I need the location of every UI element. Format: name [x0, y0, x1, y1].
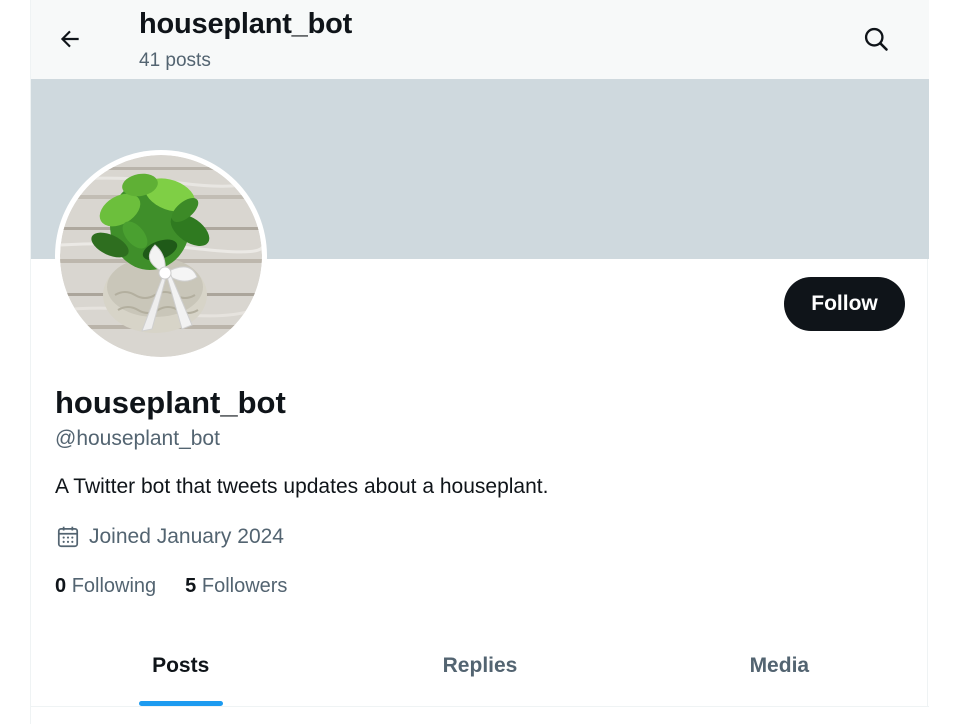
display-name: houseplant_bot	[55, 385, 286, 420]
user-handle: @houseplant_bot	[55, 427, 220, 450]
tab-label: Posts	[152, 654, 210, 677]
followers-label: Followers	[201, 575, 288, 597]
following-count: 0	[55, 575, 67, 597]
timeline-start	[31, 707, 929, 724]
post-count: 41 posts	[139, 50, 211, 71]
followers-count: 5	[185, 575, 197, 597]
following-label: Following	[71, 575, 157, 597]
search-button[interactable]	[856, 20, 896, 58]
tab-posts[interactable]: Posts	[31, 628, 330, 706]
page-title: houseplant_bot	[139, 8, 353, 40]
tab-label: Media	[749, 654, 810, 677]
tab-label: Replies	[442, 654, 518, 677]
follow-button[interactable]: Follow	[784, 277, 905, 331]
calendar-icon	[55, 524, 81, 550]
arrow-left-icon	[57, 26, 83, 52]
followers-link[interactable]: 5 Followers	[185, 575, 287, 598]
joined-date: Joined January 2024	[55, 524, 284, 550]
avatar[interactable]	[55, 150, 267, 362]
tab-replies[interactable]: Replies	[330, 628, 629, 706]
follow-stats: 0 Following 5 Followers	[55, 575, 316, 598]
back-button[interactable]	[51, 20, 89, 58]
profile-bio: A Twitter bot that tweets updates about …	[55, 475, 549, 498]
tab-media[interactable]: Media	[630, 628, 929, 706]
following-link[interactable]: 0 Following	[55, 575, 156, 598]
joined-text: Joined January 2024	[89, 525, 284, 548]
houseplant-photo	[60, 155, 262, 357]
page: houseplant_bot 41 posts Follow houseplan…	[0, 0, 969, 724]
profile-column: houseplant_bot 41 posts Follow houseplan…	[30, 0, 929, 724]
search-icon	[862, 25, 890, 53]
profile-header: houseplant_bot 41 posts	[31, 0, 929, 79]
active-tab-indicator	[138, 701, 223, 706]
profile-tabs: Posts Replies Media	[31, 628, 929, 707]
